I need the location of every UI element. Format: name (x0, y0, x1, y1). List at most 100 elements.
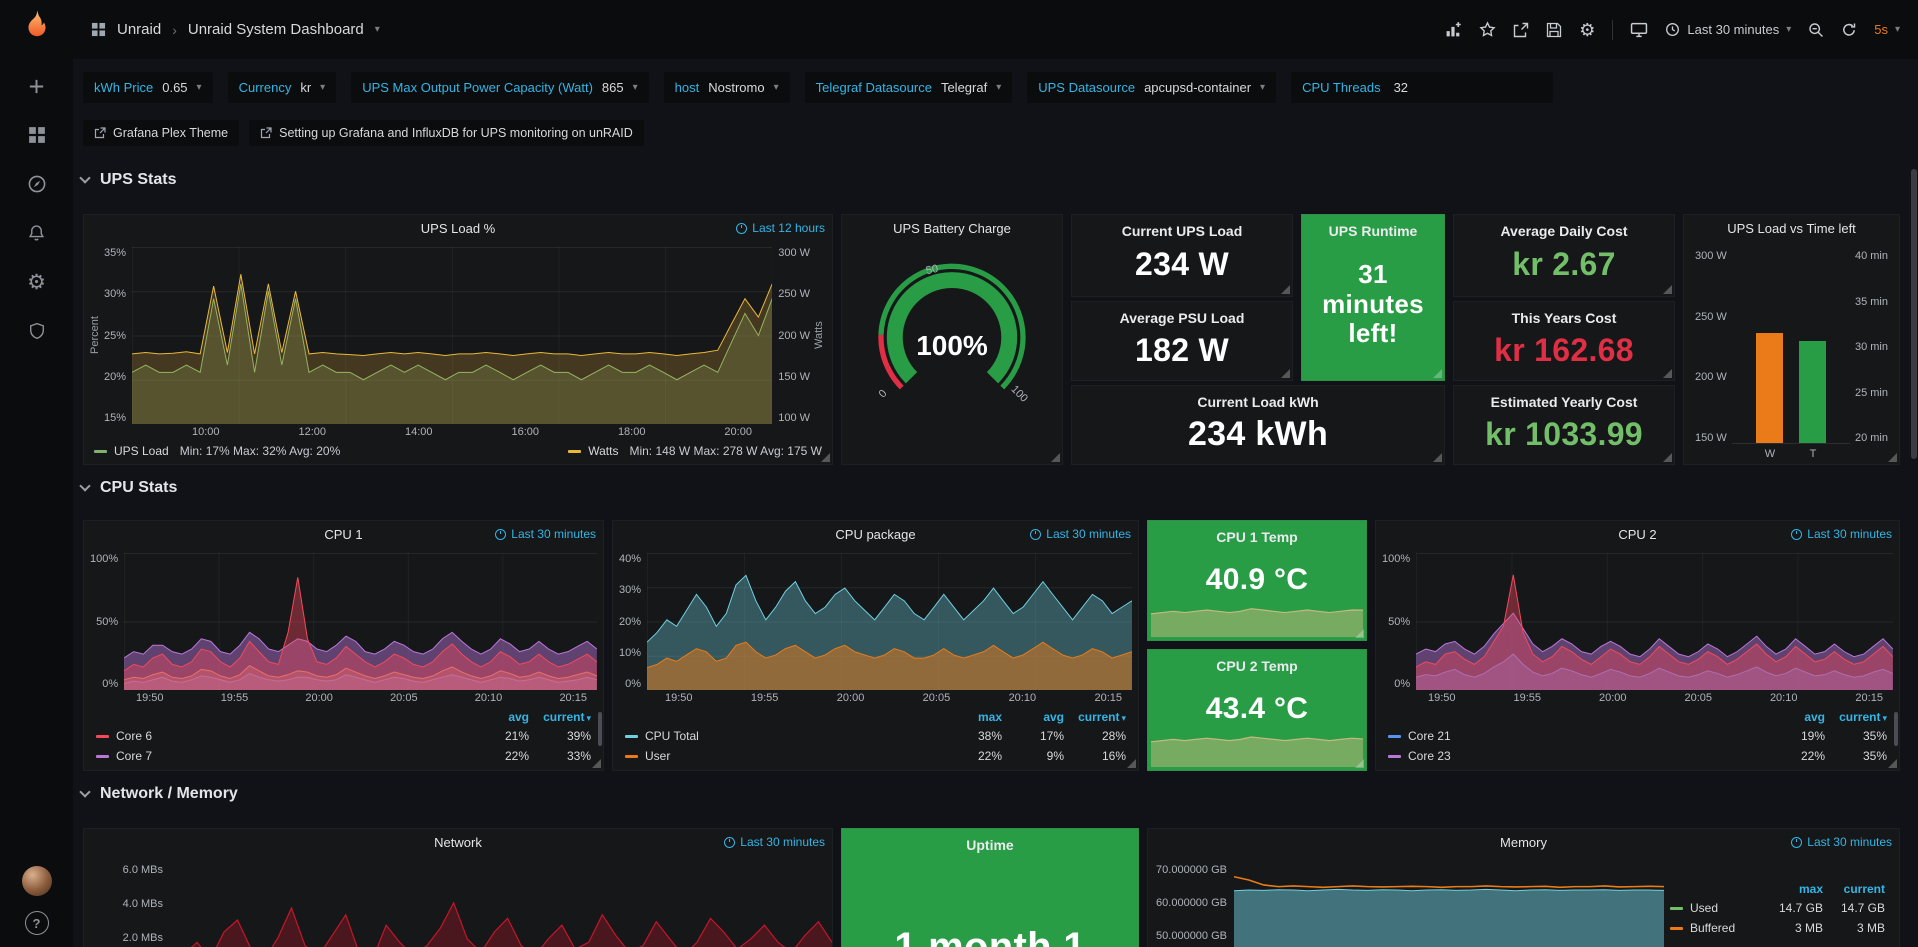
sidebar-item-create[interactable] (13, 65, 61, 107)
share-dashboard-button[interactable] (1513, 22, 1529, 38)
variable-currency[interactable]: Currency kr ▾ (228, 72, 337, 103)
refresh-interval-picker[interactable]: 5s ▾ (1874, 22, 1900, 37)
panel-ups-load-percent[interactable]: UPS Load % Last 12 hours Percent 35% 30%… (83, 214, 833, 465)
legend-series-ups-load[interactable]: UPS Load Min: 17% Max: 32% Avg: 20% (94, 444, 340, 458)
panel-current-load-kwh[interactable]: Current Load kWh 234 kWh (1071, 385, 1445, 465)
variable-ups-max-output[interactable]: UPS Max Output Power Capacity (Watt) 865… (351, 72, 648, 103)
panel-resize-handle[interactable] (1281, 369, 1290, 378)
panel-title[interactable]: CPU 1 (324, 527, 362, 542)
legend-series[interactable]: Core 7 (96, 749, 467, 763)
panel-title[interactable]: UPS Load % (421, 221, 495, 236)
panel-time-badge[interactable]: Last 30 minutes (1791, 835, 1892, 849)
breadcrumb-app[interactable]: Unraid (117, 21, 161, 38)
panel-resize-handle[interactable] (1051, 453, 1060, 462)
panel-title[interactable]: Network (434, 835, 482, 850)
panel-resize-handle[interactable] (1433, 369, 1442, 378)
bar-time-left[interactable] (1799, 341, 1826, 443)
panel-title[interactable]: CPU package (835, 527, 915, 542)
panel-resize-handle[interactable] (1281, 285, 1290, 294)
dashboard-link-grafana-plex-theme[interactable]: Grafana Plex Theme (83, 120, 239, 146)
dashboard-title[interactable]: Unraid System Dashboard (188, 21, 364, 38)
panel-title[interactable]: UPS Battery Charge (893, 221, 1011, 236)
chart-plot[interactable] (170, 860, 832, 947)
legend-sort-current[interactable]: current (1823, 882, 1885, 896)
chevron-down-icon[interactable]: ▾ (375, 25, 380, 35)
panel-resize-handle[interactable] (1663, 285, 1672, 294)
panel-resize-handle[interactable] (1888, 759, 1897, 768)
sidebar-item-alerting[interactable] (13, 212, 61, 254)
save-dashboard-button[interactable] (1546, 22, 1562, 38)
panel-resize-handle[interactable] (821, 453, 830, 462)
bar-watts[interactable] (1756, 333, 1783, 443)
panel-time-badge[interactable]: Last 30 minutes (724, 835, 825, 849)
panel-resize-handle[interactable] (1127, 759, 1136, 768)
panel-title[interactable]: Memory (1500, 835, 1547, 850)
panel-cpu1-temp[interactable]: CPU 1 Temp 40.9 °C (1147, 520, 1367, 641)
row-header-cpu-stats[interactable]: CPU Stats (81, 479, 177, 497)
grafana-logo[interactable] (21, 9, 53, 41)
add-panel-button[interactable] (1445, 21, 1462, 38)
row-header-network-memory[interactable]: Network / Memory (81, 785, 238, 803)
panel-current-ups-load[interactable]: Current UPS Load 234 W (1071, 214, 1293, 297)
chart-plot[interactable] (132, 247, 772, 424)
page-scrollbar[interactable] (1911, 169, 1917, 459)
panel-resize-handle[interactable] (592, 759, 601, 768)
panel-time-badge[interactable]: Last 12 hours (736, 221, 825, 235)
row-header-ups-stats[interactable]: UPS Stats (81, 171, 176, 189)
zoom-out-time-button[interactable] (1808, 22, 1824, 38)
panel-ups-battery-charge[interactable]: UPS Battery Charge 0 50 100 100% (841, 214, 1063, 465)
legend-series-watts[interactable]: Watts Min: 148 W Max: 278 W Avg: 175 W (568, 444, 822, 458)
panel-title[interactable]: CPU 2 (1618, 527, 1656, 542)
legend-sort-avg[interactable]: avg (1002, 710, 1064, 724)
panel-resize-handle[interactable] (1433, 453, 1442, 462)
chart-plot[interactable] (1416, 553, 1893, 690)
panel-title[interactable]: UPS Load vs Time left (1727, 221, 1856, 236)
panel-resize-handle[interactable] (1888, 453, 1897, 462)
bars-plot[interactable] (1732, 250, 1850, 444)
legend-series[interactable]: User (625, 749, 940, 763)
legend-series[interactable]: Core 6 (96, 729, 467, 743)
panel-resize-handle[interactable] (1355, 629, 1364, 638)
sidebar-item-dashboards[interactable] (13, 114, 61, 156)
panel-this-years-cost[interactable]: This Years Cost kr 162.68 (1453, 301, 1675, 381)
legend-sort-avg[interactable]: avg (1763, 710, 1825, 724)
panel-average-psu-load[interactable]: Average PSU Load 182 W (1071, 301, 1293, 381)
legend-sort-max[interactable]: max (940, 710, 1002, 724)
refresh-button[interactable] (1841, 22, 1857, 38)
legend-series[interactable]: Buffered (1670, 921, 1761, 935)
star-dashboard-button[interactable] (1479, 21, 1496, 38)
panel-memory[interactable]: Memory Last 30 minutes 70.000000 GB 60.0… (1147, 828, 1900, 947)
variable-cpu-threads[interactable]: CPU Threads (1291, 72, 1553, 103)
panel-ups-load-vs-time-left[interactable]: UPS Load vs Time left 300 W 250 W 200 W … (1683, 214, 1900, 465)
sidebar-item-configuration[interactable]: ⚙ (13, 261, 61, 303)
panel-resize-handle[interactable] (1355, 759, 1364, 768)
variable-telegraf-datasource[interactable]: Telegraf Datasource Telegraf ▾ (805, 72, 1013, 103)
legend-sort-avg[interactable]: avg (467, 710, 529, 724)
panel-average-daily-cost[interactable]: Average Daily Cost kr 2.67 (1453, 214, 1675, 297)
chart-plot[interactable] (1234, 860, 1664, 947)
panel-cpu1[interactable]: CPU 1 Last 30 minutes 100% 50% 0% 19:50 … (83, 520, 604, 771)
panel-time-badge[interactable]: Last 30 minutes (495, 527, 596, 541)
panel-time-badge[interactable]: Last 30 minutes (1791, 527, 1892, 541)
legend-series[interactable]: CPU Total (625, 729, 940, 743)
panel-uptime[interactable]: Uptime 1 month 1 (841, 828, 1139, 947)
panel-ups-runtime[interactable]: UPS Runtime 31 minutes left! (1301, 214, 1445, 381)
panel-network[interactable]: Network Last 30 minutes 6.0 MBs 4.0 MBs … (83, 828, 833, 947)
legend-sort-current[interactable]: current▾ (529, 710, 591, 724)
sidebar-item-server-admin[interactable] (13, 310, 61, 352)
user-avatar[interactable] (22, 866, 52, 896)
variable-host[interactable]: host Nostromo ▾ (664, 72, 790, 103)
panel-time-badge[interactable]: Last 30 minutes (1030, 527, 1131, 541)
legend-sort-max[interactable]: max (1761, 882, 1823, 896)
chart-plot[interactable] (124, 553, 597, 690)
variable-ups-datasource[interactable]: UPS Datasource apcupsd-container ▾ (1027, 72, 1276, 103)
panel-cpu2-temp[interactable]: CPU 2 Temp 43.4 °C (1147, 649, 1367, 771)
panel-cpu-package[interactable]: CPU package Last 30 minutes 40% 30% 20% … (612, 520, 1139, 771)
cycle-view-mode-button[interactable] (1630, 21, 1648, 38)
legend-scrollbar[interactable] (598, 712, 602, 746)
legend-series[interactable]: Core 23 (1388, 749, 1763, 763)
legend-series[interactable]: Used (1670, 901, 1761, 915)
help-icon[interactable]: ? (25, 911, 49, 935)
variable-kwh-price[interactable]: kWh Price 0.65 ▾ (83, 72, 213, 103)
chart-plot[interactable] (647, 553, 1132, 690)
